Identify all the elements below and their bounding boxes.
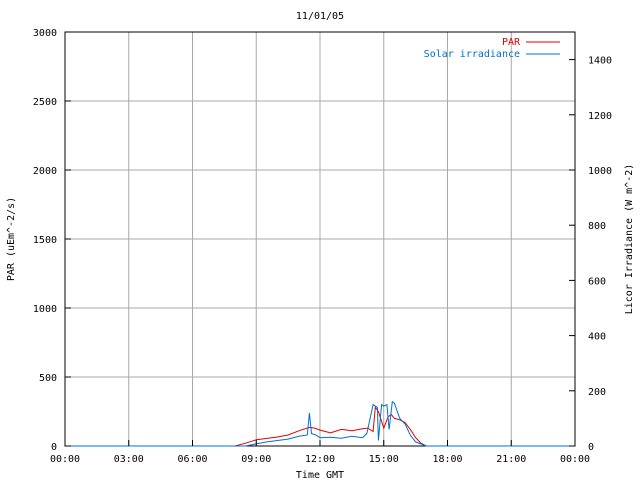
x-tick-label: 12:00 (305, 454, 335, 465)
x-tick-label: 03:00 (114, 454, 144, 465)
left-tick-label: 2500 (33, 97, 57, 108)
x-tick-label: 18:00 (432, 454, 462, 465)
right-tick-label: 0 (588, 442, 594, 453)
y-axis-label-left: PAR (uEm^-2/s) (6, 197, 17, 281)
right-tick-label: 800 (588, 221, 606, 232)
grid (65, 32, 575, 446)
left-tick-label: 500 (39, 373, 57, 384)
x-axis-ticks: 00:00 03:00 06:00 09:00 12:00 15:00 18:00 21:00… (50, 440, 590, 465)
legend-label: PAR (502, 37, 521, 48)
right-tick-label: 400 (588, 332, 606, 343)
left-tick-label: 1500 (33, 235, 57, 246)
left-tick-label: 3000 (33, 28, 57, 39)
x-tick-label: 00:00 (560, 454, 590, 465)
left-tick-label: 1000 (33, 304, 57, 315)
legend: PARSolar irradiance (424, 37, 560, 60)
chart: 11/01/05 0 500 1000 1500 2000 2500 3000 0 200 40… (6, 11, 635, 480)
legend-label: Solar irradiance (424, 49, 520, 60)
x-axis-label: Time GMT (296, 470, 344, 480)
x-tick-label: 15:00 (369, 454, 399, 465)
right-tick-label: 1400 (588, 56, 612, 67)
x-tick-label: 09:00 (241, 454, 271, 465)
y-axis-label-right: Licor Irradiance (W m^-2) (624, 164, 635, 315)
x-tick-label: 06:00 (177, 454, 207, 465)
right-tick-label: 1200 (588, 111, 612, 122)
left-tick-label: 2000 (33, 166, 57, 177)
chart-title: 11/01/05 (296, 11, 344, 22)
left-tick-label: 0 (51, 442, 57, 453)
right-tick-label: 600 (588, 276, 606, 287)
right-tick-label: 200 (588, 387, 606, 398)
x-tick-label: 00:00 (50, 454, 80, 465)
x-tick-label: 21:00 (496, 454, 526, 465)
right-tick-label: 1000 (588, 166, 612, 177)
